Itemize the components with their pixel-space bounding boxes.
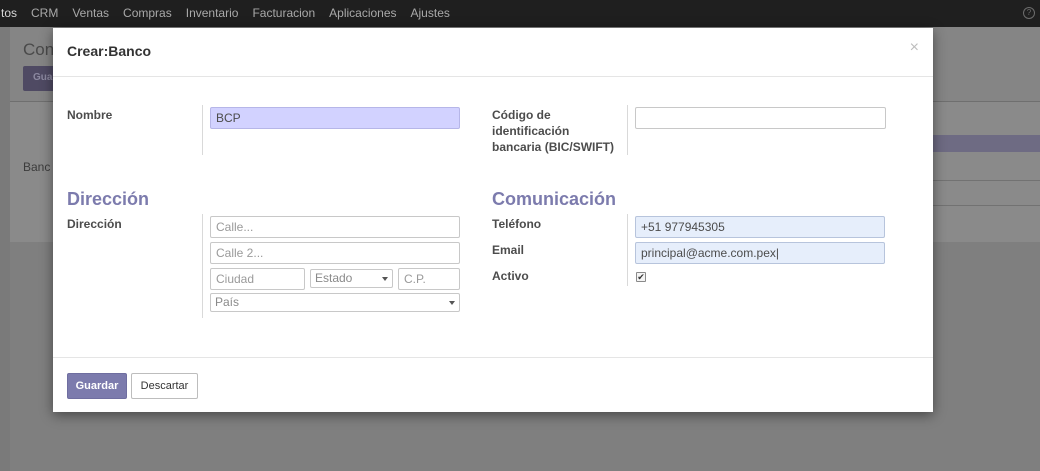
phone-input[interactable] — [635, 216, 885, 238]
dialog-footer: Guardar Descartar — [53, 357, 933, 412]
city-input[interactable] — [210, 268, 305, 290]
address-label: Dirección — [67, 217, 122, 231]
nav-item-apps[interactable]: tos — [0, 0, 24, 27]
nav-item-compras[interactable]: Compras — [116, 0, 179, 27]
email-input[interactable] — [635, 242, 885, 264]
discard-button[interactable]: Descartar — [131, 373, 198, 399]
active-checkbox[interactable]: ✔ — [636, 272, 646, 282]
nav-item-facturacion[interactable]: Facturacion — [245, 0, 322, 27]
nav-item-crm[interactable]: CRM — [24, 0, 65, 27]
address-section-title: Dirección — [67, 189, 150, 209]
street-input[interactable] — [210, 216, 460, 238]
background-divider — [933, 180, 1040, 181]
nav-item-inventario[interactable]: Inventario — [179, 0, 246, 27]
close-icon[interactable]: × — [910, 39, 919, 57]
field-separator — [627, 214, 628, 286]
create-bank-dialog: Crear:Banco × Nombre Dirección Dirección… — [53, 28, 933, 412]
state-select-value: Estado — [315, 271, 353, 285]
zip-input[interactable] — [398, 268, 460, 290]
email-label: Email — [492, 243, 525, 257]
street2-input[interactable] — [210, 242, 460, 264]
nav-item-ventas[interactable]: Ventas — [65, 0, 116, 27]
chevron-down-icon — [382, 277, 388, 281]
field-separator — [202, 214, 203, 318]
background-save-button: Gua — [23, 66, 55, 91]
background-title: Con — [23, 40, 55, 59]
field-separator — [202, 105, 203, 155]
background-field-label: Banc — [23, 160, 51, 174]
field-separator — [627, 105, 628, 155]
background-divider — [933, 205, 1040, 206]
dialog-header: Crear:Banco × — [53, 28, 933, 77]
nav-item-ajustes[interactable]: Ajustes — [404, 0, 457, 27]
active-label: Activo — [492, 269, 529, 283]
name-label: Nombre — [67, 108, 113, 122]
phone-label: Teléfono — [492, 217, 542, 231]
bic-input[interactable] — [635, 107, 886, 129]
save-button[interactable]: Guardar — [67, 373, 127, 399]
name-input[interactable] — [210, 107, 460, 129]
top-navbar: tos CRM Ventas Compras Inventario Factur… — [0, 0, 1040, 27]
communication-section-title: Comunicación — [492, 189, 617, 209]
background-row-highlight — [933, 135, 1040, 152]
dialog-title: Crear:Banco — [67, 43, 152, 59]
country-select[interactable]: País — [210, 293, 460, 312]
nav-item-aplicaciones[interactable]: Aplicaciones — [322, 0, 403, 27]
chevron-down-icon — [449, 301, 455, 305]
country-select-value: País — [215, 295, 240, 309]
help-icon[interactable]: ? — [1023, 7, 1035, 19]
bic-label: Código de identificación bancaria (BIC/S… — [492, 108, 615, 154]
state-select[interactable]: Estado — [310, 269, 393, 288]
